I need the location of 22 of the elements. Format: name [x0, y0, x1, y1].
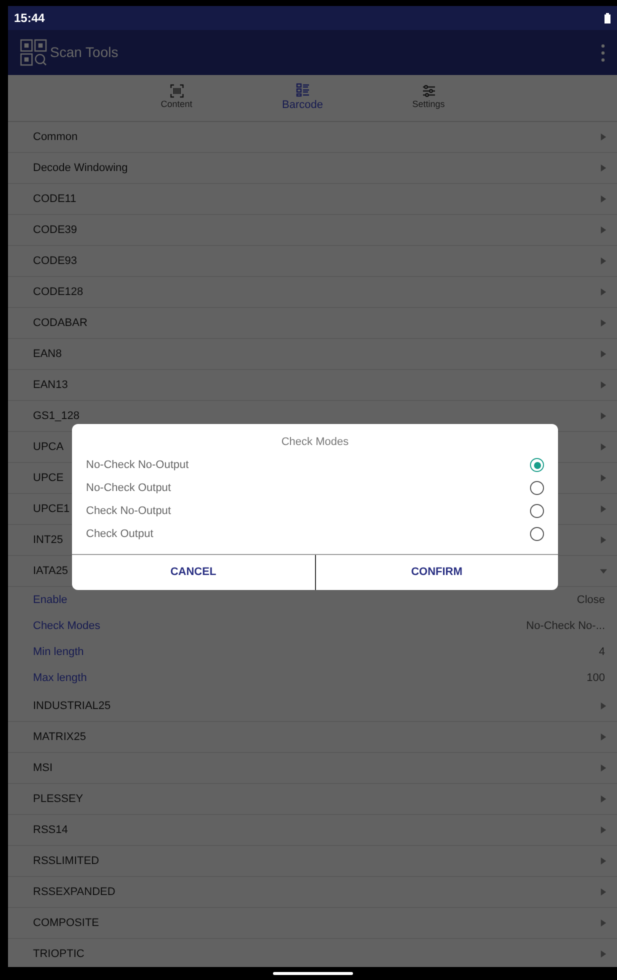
dialog-title: Check Modes [280, 435, 350, 450]
tab[interactable]: Content [146, 84, 206, 112]
radio-button[interactable] [530, 481, 544, 495]
battery-icon [604, 12, 611, 24]
dialog-button[interactable]: CANCEL [72, 554, 314, 590]
radio-option[interactable]: No-Check No-Output [72, 454, 558, 476]
dialog-button[interactable]: CONFIRM [314, 554, 558, 590]
barcode-icon [170, 84, 184, 98]
more-options-icon[interactable] [601, 44, 605, 62]
status-time: 15:44 [14, 10, 45, 27]
radio-option[interactable]: Check Output [72, 522, 558, 546]
app-title: Scan Tools [50, 43, 118, 62]
list-icon [296, 82, 310, 97]
tab[interactable]: Barcode [272, 82, 332, 114]
sliders-icon [422, 84, 436, 98]
radio-button[interactable] [530, 458, 544, 472]
scanner-grid-icon [20, 38, 48, 66]
radio-option[interactable]: No-Check Output [72, 476, 558, 500]
radio-option[interactable]: Check No-Output [72, 500, 558, 522]
radio-button[interactable] [530, 504, 544, 518]
radio-button[interactable] [530, 527, 544, 541]
tab[interactable]: Settings [398, 84, 458, 112]
